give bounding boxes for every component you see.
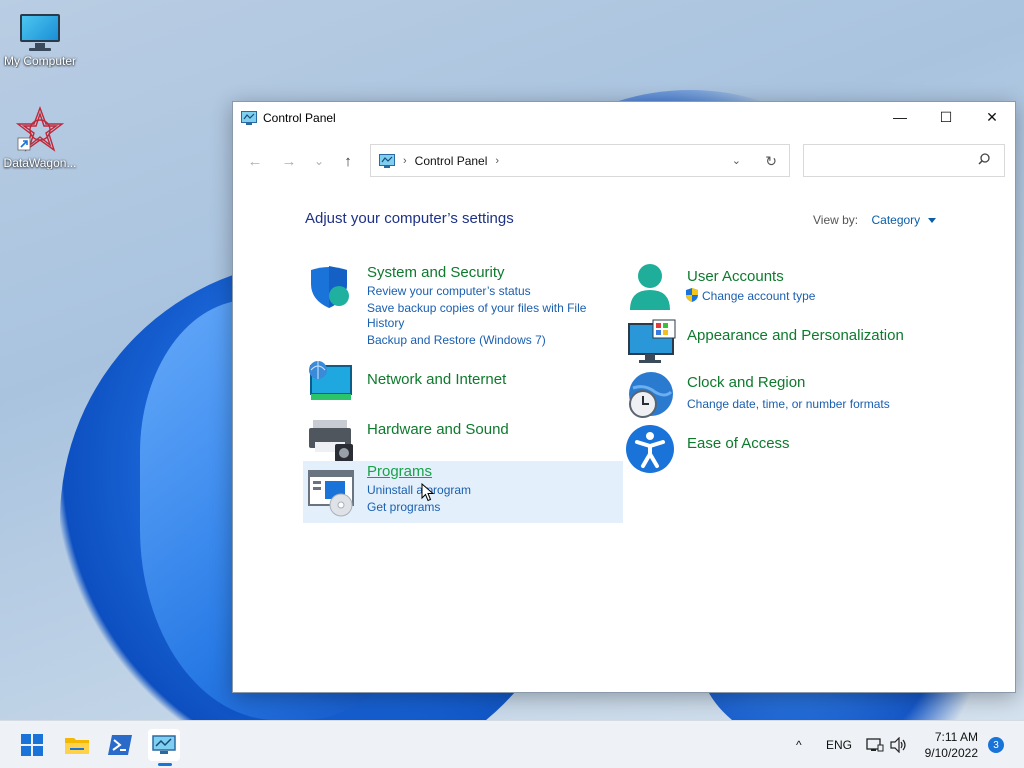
category-programs: Programs Uninstall a program Get program…	[303, 461, 623, 523]
category-title[interactable]: Network and Internet	[367, 371, 506, 388]
recent-locations-icon[interactable]: ⌄	[309, 151, 329, 171]
desktop-icon-label: My Computer	[3, 54, 77, 68]
chevron-right-icon[interactable]: ›	[403, 155, 407, 167]
volume-icon[interactable]	[890, 721, 908, 768]
network-tray-icon[interactable]	[866, 721, 884, 768]
chevron-down-icon[interactable]: ⌄	[732, 154, 741, 167]
computer-icon	[18, 12, 62, 52]
category-system-and-security: System and Security Review your computer…	[305, 262, 605, 347]
category-network-and-internet: Network and Internet	[305, 358, 605, 408]
category-ease-of-access: Ease of Access	[625, 424, 955, 474]
dropdown-caret-icon[interactable]	[927, 218, 936, 224]
category-title[interactable]: Programs	[367, 463, 432, 480]
category-appearance: Appearance and Personalization	[627, 318, 957, 368]
page-title: Adjust your computer’s settings	[305, 210, 514, 227]
file-explorer-button[interactable]	[61, 729, 93, 761]
taskbar: ^ ENG 7:11 AM 9/10/2022 3	[0, 720, 1024, 768]
category-hardware-and-sound: Hardware and Sound	[305, 414, 605, 464]
programs-icon	[308, 470, 354, 517]
category-title[interactable]: System and Security	[367, 264, 505, 281]
powershell-icon	[108, 735, 132, 755]
appearance-icon	[628, 319, 676, 363]
show-hidden-icons[interactable]: ^	[796, 721, 802, 768]
desktop-icon-label: DataWagon...	[3, 156, 77, 170]
link-uninstall-program[interactable]: Uninstall a program	[367, 483, 471, 497]
mouse-cursor-icon	[421, 483, 435, 502]
printer-icon	[309, 420, 353, 462]
category-user-accounts: User Accounts Change account type	[625, 262, 955, 312]
start-icon	[21, 734, 43, 756]
taskbar-clock[interactable]: 7:11 AM 9/10/2022	[925, 729, 978, 761]
control-panel-icon	[152, 735, 176, 754]
link-save-backup[interactable]: Save backup copies of your files with Fi…	[367, 301, 586, 315]
refresh-icon[interactable]: ↻	[765, 153, 777, 170]
datawagon-icon	[16, 106, 64, 152]
notification-badge[interactable]: 3	[988, 737, 1004, 753]
view-by-label: View by:	[813, 213, 859, 227]
maximize-button[interactable]: ☐	[923, 102, 969, 132]
network-icon	[309, 361, 352, 400]
powershell-button[interactable]	[104, 729, 136, 761]
active-window-indicator	[158, 763, 172, 766]
up-arrow-icon[interactable]: ↑	[338, 151, 358, 171]
category-clock-and-region: Clock and Region Change date, time, or n…	[625, 370, 955, 420]
navigation-bar: ← → ⌄ ↑ › Control Panel › ⌄ ↻	[233, 142, 1015, 178]
control-panel-taskbar-button[interactable]	[148, 729, 180, 761]
language-indicator[interactable]: ENG	[826, 721, 852, 768]
view-by: View by: Category	[813, 213, 936, 227]
breadcrumb-control-panel[interactable]: Control Panel	[415, 154, 488, 168]
category-title[interactable]: Clock and Region	[687, 374, 805, 391]
window-title: Control Panel	[263, 111, 336, 125]
category-title[interactable]: Hardware and Sound	[367, 421, 509, 438]
category-title[interactable]: User Accounts	[687, 268, 784, 285]
category-title[interactable]: Ease of Access	[687, 435, 790, 452]
link-change-date-time[interactable]: Change date, time, or number formats	[687, 397, 890, 411]
desktop-icon-my-computer[interactable]: My Computer	[0, 12, 80, 68]
search-icon	[978, 153, 990, 165]
link-backup-restore[interactable]: Backup and Restore (Windows 7)	[367, 333, 546, 347]
shield-icon	[311, 266, 349, 308]
address-bar[interactable]: › Control Panel › ⌄ ↻	[370, 144, 790, 177]
accessibility-icon	[626, 425, 674, 473]
user-accounts-icon	[630, 264, 670, 310]
forward-arrow-icon[interactable]: →	[279, 151, 299, 171]
minimize-button[interactable]: —	[877, 102, 923, 132]
back-arrow-icon[interactable]: ←	[245, 151, 265, 171]
desktop-icon-datawagon[interactable]: DataWagon...	[0, 106, 80, 170]
control-panel-icon	[379, 153, 395, 168]
view-by-dropdown[interactable]: Category	[871, 213, 920, 227]
link-change-account-type[interactable]: Change account type	[702, 289, 815, 303]
control-panel-window: Control Panel — ☐ ✕ ← → ⌄ ↑ › Control Pa…	[232, 101, 1016, 693]
category-title[interactable]: Appearance and Personalization	[687, 327, 904, 344]
link-save-backup-cont[interactable]: History	[367, 316, 404, 330]
control-panel-icon	[241, 111, 257, 125]
globe-clock-icon	[629, 372, 673, 418]
chevron-right-icon[interactable]: ›	[495, 155, 499, 167]
clock-date: 9/10/2022	[924, 746, 978, 760]
clock-time: 7:11 AM	[934, 730, 978, 744]
link-review-status[interactable]: Review your computer’s status	[367, 284, 531, 298]
search-input[interactable]	[803, 144, 1005, 177]
uac-shield-icon	[686, 288, 698, 302]
close-button[interactable]: ✕	[969, 102, 1015, 132]
start-button[interactable]	[16, 729, 48, 761]
file-explorer-icon	[65, 738, 89, 754]
